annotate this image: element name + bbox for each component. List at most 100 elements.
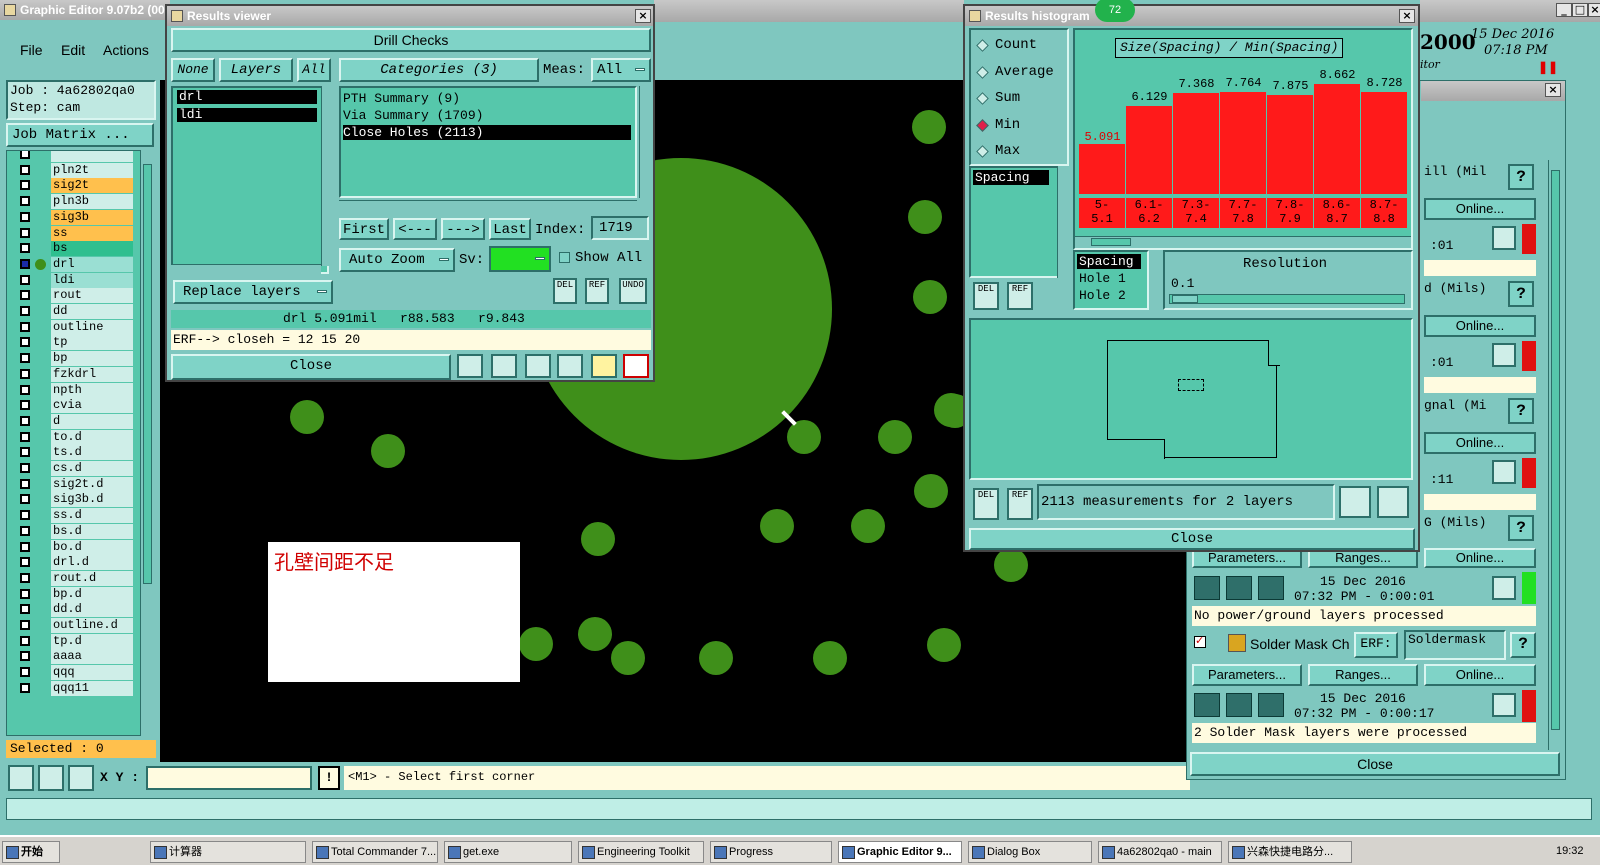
spacing-list-item[interactable]: Spacing (973, 170, 1049, 185)
layer-checkbox[interactable] (20, 180, 30, 191)
stat-radio-average[interactable]: Average (975, 63, 1065, 83)
zoom-icon[interactable] (1492, 226, 1516, 250)
zoom-icon[interactable] (1492, 460, 1516, 484)
checklist-scrollbar-thumb[interactable] (1551, 170, 1560, 730)
xy-input[interactable] (146, 766, 312, 790)
ref-icon[interactable]: REF (585, 278, 609, 304)
layer-checkbox[interactable] (20, 164, 30, 175)
rv-close-icon[interactable]: × (635, 9, 651, 23)
taskbar-item[interactable]: 计算器 (150, 841, 306, 863)
rv-tool-icon-3[interactable] (525, 354, 551, 378)
maximize-icon[interactable]: □ (1572, 3, 1588, 17)
taskbar-item[interactable]: 4a62802qa0 - main (1098, 841, 1222, 863)
rv-layer-drl[interactable]: drl (177, 90, 317, 104)
close-icon[interactable]: × (1588, 3, 1600, 17)
layer-checkbox[interactable] (20, 478, 30, 489)
layers-button[interactable]: Layers (219, 58, 293, 82)
layer-checkbox[interactable] (20, 510, 30, 521)
layer-row[interactable]: sig2t.d (17, 476, 133, 492)
layer-checkbox[interactable] (20, 667, 30, 678)
histogram-bar[interactable] (1173, 93, 1219, 194)
histogram-bar[interactable] (1361, 91, 1407, 194)
layer-row[interactable]: rout.d (17, 570, 133, 586)
layer-checkbox[interactable] (20, 431, 30, 442)
export-icon-2[interactable] (1377, 486, 1409, 518)
layer-row[interactable]: bs.d (17, 523, 133, 539)
layer-row[interactable]: outline.d (17, 618, 133, 633)
histogram-bar[interactable] (1220, 91, 1266, 194)
layer-checkbox[interactable] (20, 494, 30, 505)
tool-icon-3[interactable] (68, 765, 94, 791)
layer-row[interactable]: cs.d (17, 461, 133, 476)
category-hscroll[interactable] (339, 200, 637, 210)
last-button[interactable]: Last (489, 218, 531, 240)
hist-hscroll-thumb[interactable] (1091, 238, 1131, 246)
layer-scrollbar[interactable] (140, 150, 154, 736)
menu-edit[interactable]: Edit (61, 42, 85, 58)
menu-actions[interactable]: Actions (103, 42, 149, 58)
meas-dropdown[interactable]: All (591, 58, 651, 82)
online-button-2[interactable]: Online... (1424, 432, 1536, 454)
taskbar-item[interactable]: Dialog Box (968, 841, 1092, 863)
resolution-slider-thumb[interactable] (1172, 295, 1198, 303)
layer-checkbox[interactable] (20, 151, 30, 159)
layer-row[interactable]: d (17, 413, 133, 429)
spacing-list-vscroll[interactable] (1057, 166, 1069, 278)
taskbar-item[interactable]: Progress (710, 841, 832, 863)
next-button[interactable]: ---> (441, 218, 485, 240)
alert-icon[interactable]: ! (318, 766, 340, 790)
hist-ref-icon[interactable]: REF (1007, 282, 1033, 310)
rv-close-button[interactable]: Close (171, 354, 451, 380)
layer-row[interactable]: sig3b.d (17, 492, 133, 508)
layer-row[interactable]: to.d (17, 429, 133, 445)
layer-scrollbar-thumb[interactable] (143, 164, 152, 584)
run-icon-a1[interactable] (1194, 576, 1220, 600)
layer-checkbox[interactable] (20, 321, 30, 332)
rv-tool-icon-2[interactable] (491, 354, 517, 378)
help-button-1[interactable]: ? (1508, 281, 1534, 307)
none-button[interactable]: None (171, 58, 215, 82)
job-matrix-button[interactable]: Job Matrix ... (6, 123, 154, 147)
layer-row[interactable]: npth (17, 382, 133, 398)
show-all-checkbox[interactable] (559, 252, 570, 263)
auto-zoom-button[interactable]: Auto Zoom (339, 248, 455, 272)
field-hole1[interactable]: Hole 1 (1079, 271, 1126, 286)
first-button[interactable]: First (339, 218, 389, 240)
del-icon[interactable]: DEL (553, 278, 577, 304)
taskbar-item[interactable]: 兴森快捷电路分... (1228, 841, 1352, 863)
rv-layer-hscroll[interactable] (171, 264, 321, 274)
histogram-icon[interactable] (623, 354, 649, 378)
start-button[interactable]: 开始 (2, 841, 60, 863)
online-button-4[interactable]: Online... (1424, 548, 1536, 568)
layer-checkbox[interactable] (20, 604, 30, 615)
categories-button[interactable]: Categories (3) (339, 58, 539, 82)
layer-checkbox[interactable] (20, 635, 30, 646)
zoom-icon-b[interactable] (1492, 693, 1516, 717)
zoom-icon[interactable] (1492, 343, 1516, 367)
params-button-2[interactable]: Parameters... (1192, 664, 1302, 686)
layer-row[interactable]: ldi (17, 272, 133, 288)
layer-checkbox[interactable] (20, 243, 30, 254)
stat-radio-count[interactable]: Count (975, 36, 1065, 56)
replace-layers-dropdown[interactable]: Replace layers (173, 280, 333, 304)
pause-icon[interactable]: ❚❚ (1538, 60, 1558, 75)
layer-checkbox[interactable] (20, 463, 30, 473)
help-button-5[interactable]: ? (1510, 632, 1536, 658)
menu-file[interactable]: File (20, 42, 43, 58)
layer-checkbox[interactable] (20, 572, 30, 583)
sv-color-dropdown[interactable] (489, 246, 551, 272)
help-button-3[interactable]: ? (1508, 515, 1534, 541)
rv-layer-vscroll[interactable] (321, 86, 333, 266)
category-pth[interactable]: PTH Summary (9) (343, 90, 460, 107)
hist-del-icon[interactable]: DEL (973, 282, 999, 310)
layer-checkbox[interactable] (20, 620, 30, 630)
layer-checkbox[interactable] (20, 353, 30, 364)
taskbar-item[interactable]: Total Commander 7... (312, 841, 438, 863)
layer-row[interactable]: outline (17, 319, 133, 335)
layer-checkbox[interactable] (20, 447, 30, 458)
layer-row[interactable]: tp.d (17, 633, 133, 649)
taskbar-item[interactable]: get.exe (444, 841, 572, 863)
layer-row[interactable]: ts.d (17, 445, 133, 461)
layer-checkbox[interactable] (20, 415, 30, 426)
layer-row[interactable]: drl (17, 256, 133, 272)
